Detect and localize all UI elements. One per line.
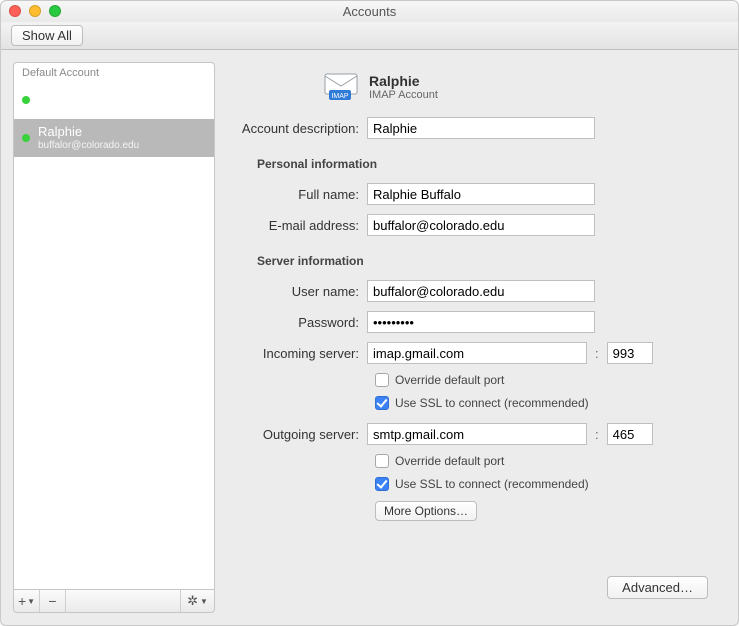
port-separator: :: [593, 427, 601, 442]
username-field[interactable]: [367, 280, 595, 302]
label-incoming-ssl[interactable]: Use SSL to connect (recommended): [395, 396, 589, 410]
label-outgoing: Outgoing server:: [233, 427, 367, 442]
svg-text:IMAP: IMAP: [331, 93, 348, 100]
outgoing-override-checkbox[interactable]: [375, 454, 389, 468]
account-sub: buffalor@colorado.edu: [38, 140, 139, 152]
minus-icon: −: [48, 593, 56, 609]
sidebar: Default Account Ralphie buffalor@colorad…: [13, 62, 215, 613]
label-username: User name:: [233, 284, 367, 299]
account-title: Ralphie: [369, 73, 438, 89]
window-title: Accounts: [343, 4, 396, 19]
mail-imap-icon: IMAP: [323, 72, 359, 102]
incoming-override-checkbox[interactable]: [375, 373, 389, 387]
outgoing-ssl-checkbox[interactable]: [375, 477, 389, 491]
more-options-button[interactable]: More Options…: [375, 501, 477, 521]
status-dot-icon: [22, 96, 30, 104]
titlebar: Accounts: [1, 1, 738, 22]
zoom-icon[interactable]: [49, 5, 61, 17]
show-all-button[interactable]: Show All: [11, 25, 83, 46]
label-outgoing-override[interactable]: Override default port: [395, 454, 504, 468]
remove-account-button[interactable]: −: [40, 590, 66, 612]
label-email: E-mail address:: [233, 218, 367, 233]
port-separator: :: [593, 346, 601, 361]
account-name: Ralphie: [38, 125, 139, 140]
chevron-down-icon: ▼: [200, 597, 208, 606]
password-field[interactable]: [367, 311, 595, 333]
label-outgoing-ssl[interactable]: Use SSL to connect (recommended): [395, 477, 589, 491]
sidebar-header: Default Account: [14, 63, 214, 81]
status-dot-icon: [22, 134, 30, 142]
email-field[interactable]: [367, 214, 595, 236]
label-incoming: Incoming server:: [233, 346, 367, 361]
incoming-server-field[interactable]: [367, 342, 587, 364]
account-list-item[interactable]: Ralphie buffalor@colorado.edu: [14, 119, 214, 157]
sidebar-footer: + ▼ − ✲ ▼: [13, 589, 215, 613]
minimize-icon[interactable]: [29, 5, 41, 17]
actions-menu-button[interactable]: ✲ ▼: [180, 590, 214, 612]
incoming-ssl-checkbox[interactable]: [375, 396, 389, 410]
advanced-button[interactable]: Advanced…: [607, 576, 708, 599]
gear-icon: ✲: [187, 593, 198, 609]
section-server-info: Server information: [233, 242, 708, 274]
label-full-name: Full name:: [233, 187, 367, 202]
account-description-field[interactable]: [367, 117, 595, 139]
full-name-field[interactable]: [367, 183, 595, 205]
toolbar: Show All: [1, 22, 738, 50]
add-account-button[interactable]: + ▼: [14, 590, 40, 612]
incoming-port-field[interactable]: [607, 342, 653, 364]
label-account-description: Account description:: [233, 121, 367, 136]
account-list-item[interactable]: [14, 81, 214, 119]
plus-icon: +: [18, 593, 26, 609]
account-list[interactable]: Default Account Ralphie buffalor@colorad…: [13, 62, 215, 589]
label-password: Password:: [233, 315, 367, 330]
section-personal-info: Personal information: [233, 145, 708, 177]
content: Default Account Ralphie buffalor@colorad…: [1, 50, 738, 625]
label-incoming-override[interactable]: Override default port: [395, 373, 504, 387]
outgoing-server-field[interactable]: [367, 423, 587, 445]
accounts-window: Accounts Show All Default Account R: [0, 0, 739, 626]
detail-pane: IMAP Ralphie IMAP Account Account descri…: [227, 62, 726, 613]
close-icon[interactable]: [9, 5, 21, 17]
outgoing-port-field[interactable]: [607, 423, 653, 445]
account-type: IMAP Account: [369, 89, 438, 102]
chevron-down-icon: ▼: [27, 597, 35, 606]
